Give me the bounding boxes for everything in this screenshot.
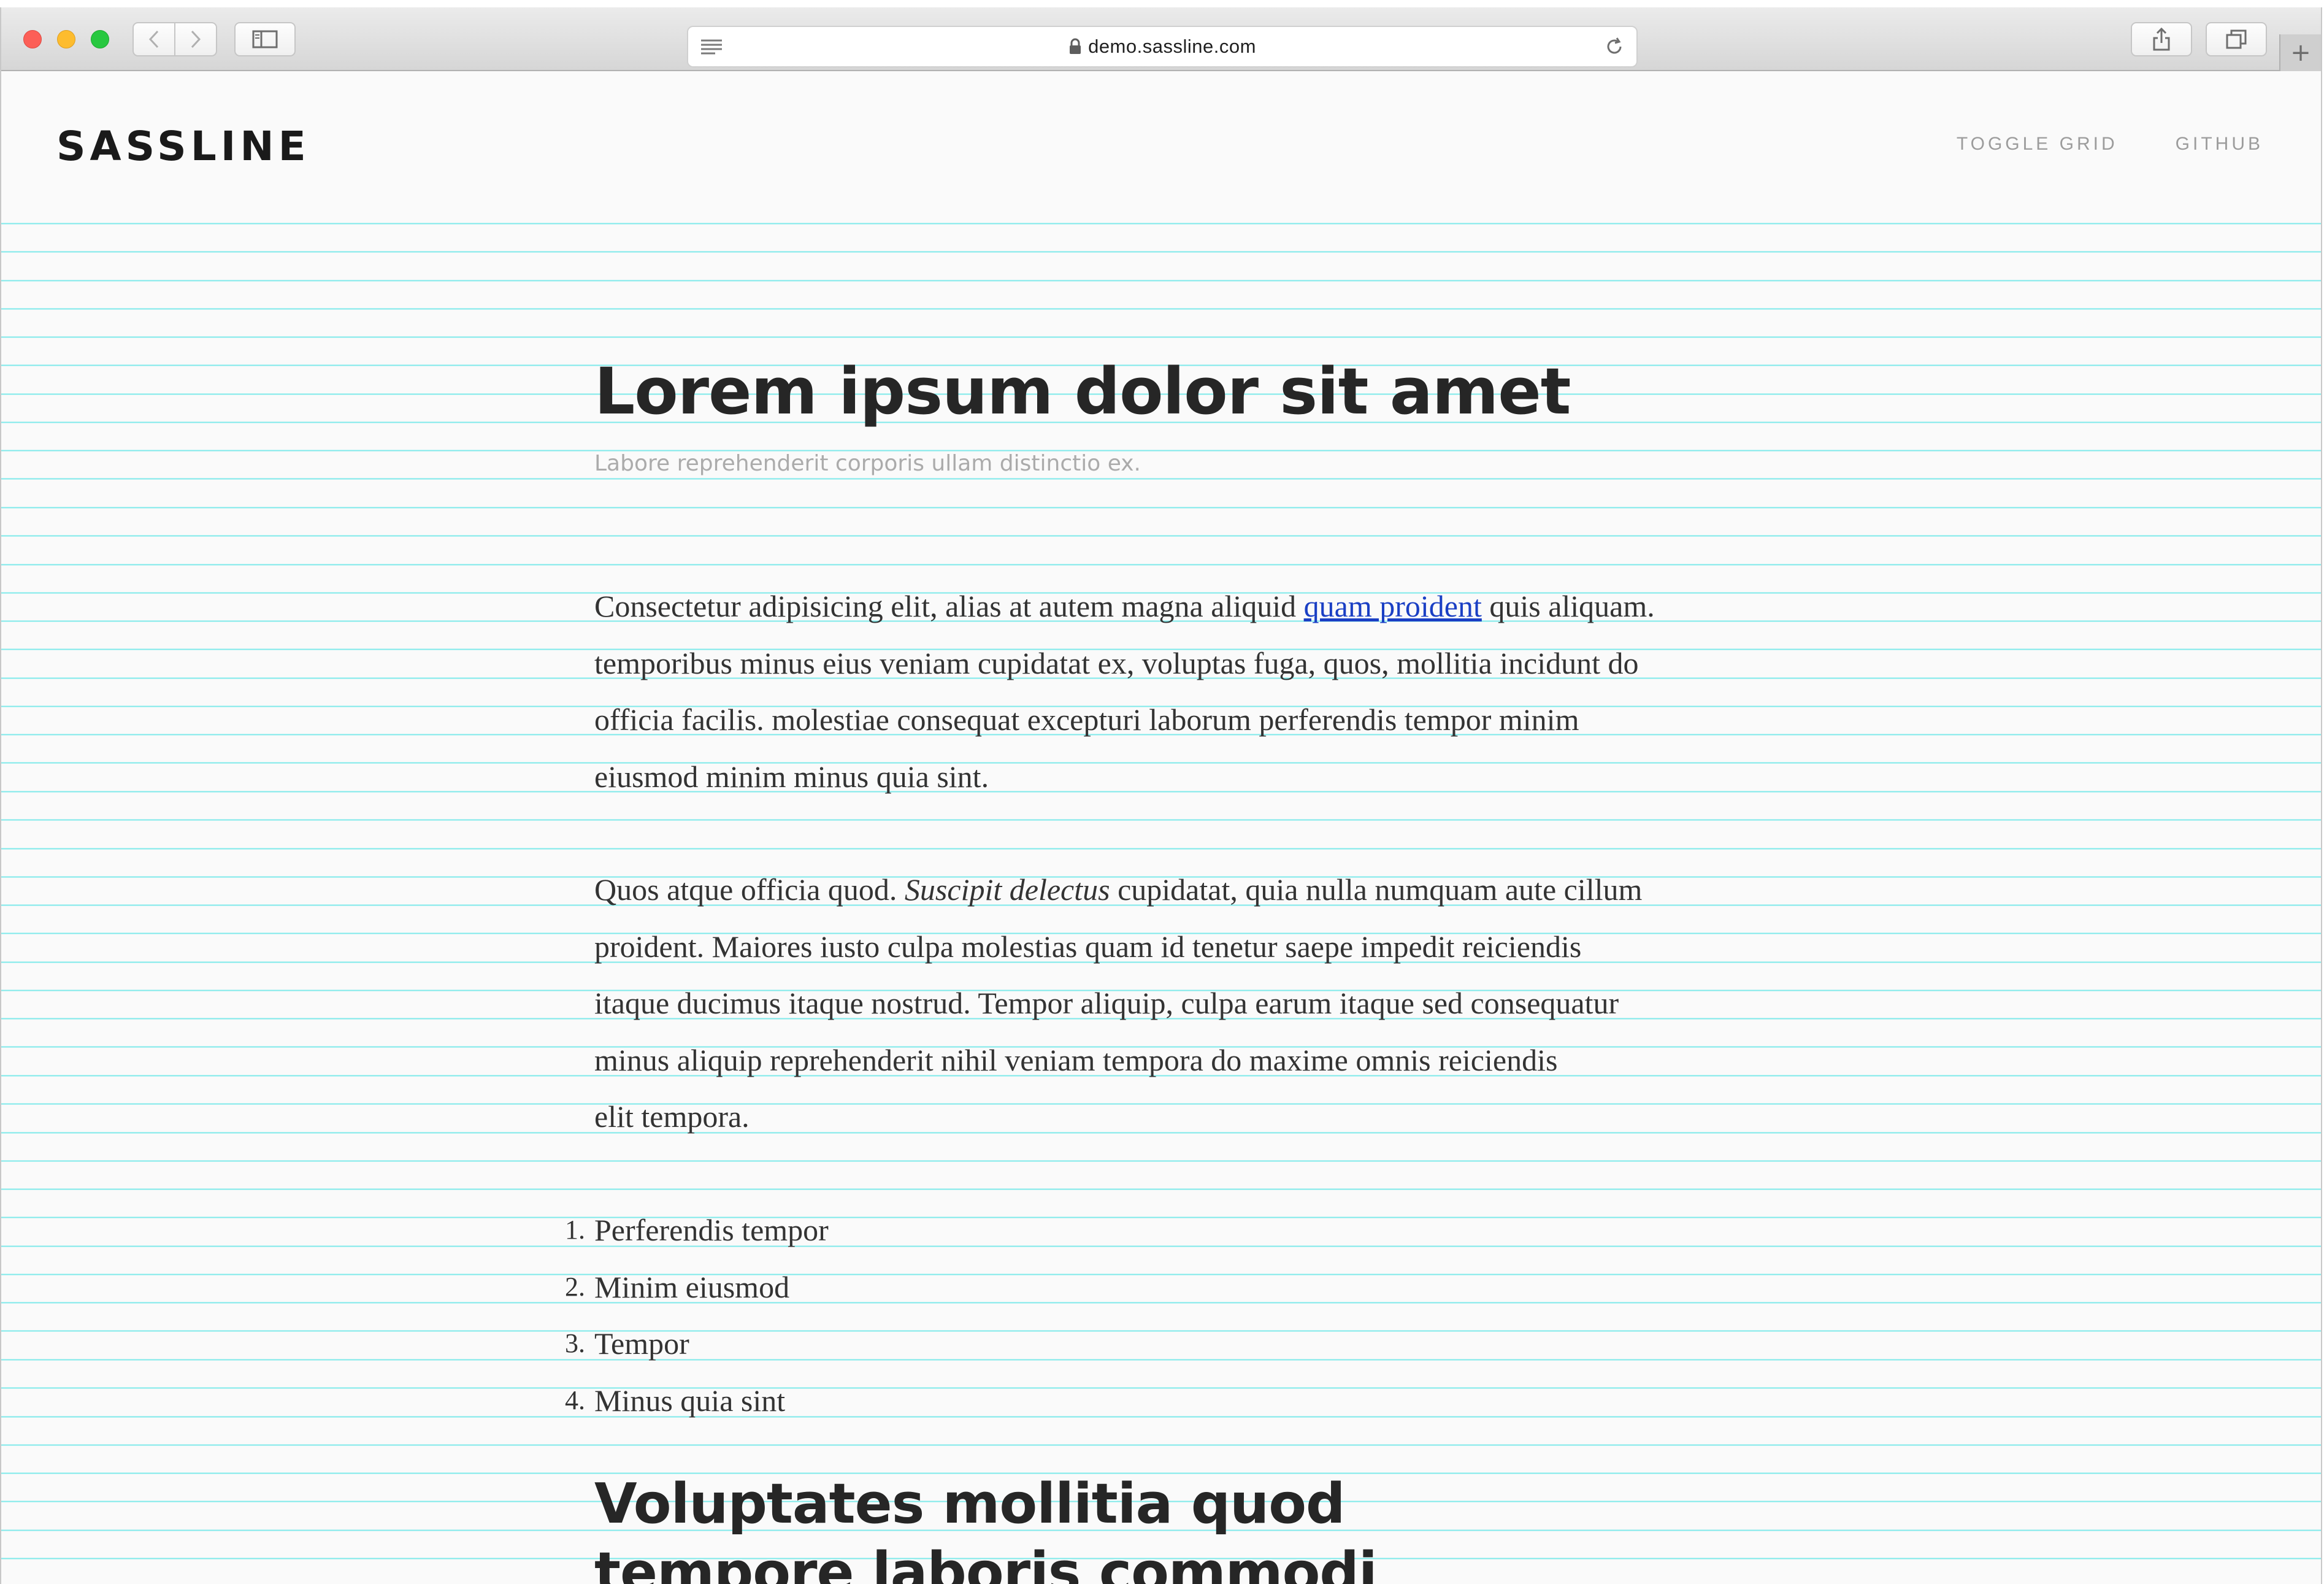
history-nav xyxy=(132,22,217,56)
lock-icon xyxy=(1068,38,1082,55)
share-icon xyxy=(2153,27,2170,51)
list-item: 2. Minim eiusmod xyxy=(565,1259,829,1316)
back-button[interactable] xyxy=(134,23,175,55)
p2-line: elit tempora. xyxy=(594,1099,750,1134)
list-item: 3. Tempor xyxy=(565,1315,829,1372)
p1-text: Consectetur adipisicing elit, alias at a… xyxy=(594,589,1304,623)
sidebar-icon xyxy=(252,30,278,48)
minimize-window-button[interactable] xyxy=(57,30,75,48)
url-display: demo.sassline.com xyxy=(688,27,1636,66)
share-button[interactable] xyxy=(2131,22,2192,56)
reload-icon[interactable] xyxy=(1603,36,1625,58)
back-icon xyxy=(148,30,159,48)
p1-line: eiusmod minim minus quia sint. xyxy=(594,759,989,794)
web-page: SASSLINE TOGGLE GRID GITHUB Lorem ipsum … xyxy=(1,71,2321,1584)
list-text: Minus quia sint xyxy=(594,1383,786,1418)
browser-window: demo.sassline.com + SASSLINE TOGGLE GRID… xyxy=(0,7,2322,1584)
forward-icon xyxy=(191,30,201,48)
url-text: demo.sassline.com xyxy=(1088,36,1256,57)
p2-line: minus aliquip reprehenderit nihil veniam… xyxy=(594,1042,1558,1077)
article-title: Lorem ipsum dolor sit amet xyxy=(594,354,1571,429)
quam-proident-link[interactable]: quam proident xyxy=(1304,589,1482,623)
section-heading: Voluptates mollitia quod tempore laboris… xyxy=(594,1472,1378,1584)
p1-text: quis aliquam. xyxy=(1481,589,1655,623)
sidebar-button[interactable] xyxy=(234,22,296,56)
new-tab-icon: + xyxy=(2290,39,2311,67)
forward-button[interactable] xyxy=(175,23,216,55)
list-number: 2. xyxy=(565,1271,585,1302)
baseline-grid-overlay xyxy=(1,223,2321,1559)
close-window-button[interactable] xyxy=(23,30,42,48)
list-text: Minim eiusmod xyxy=(594,1269,790,1304)
site-nav: TOGGLE GRID GITHUB xyxy=(1957,135,2263,153)
list-item: 1. Perferendis tempor xyxy=(565,1202,829,1259)
p2-line: proident. Maiores iusto culpa molestias … xyxy=(594,929,1582,964)
nav-toggle-grid[interactable]: TOGGLE GRID xyxy=(1957,135,2118,153)
list-text: Perferendis tempor xyxy=(594,1213,829,1247)
paragraph-2: Quos atque officia quod. Suscipit delect… xyxy=(594,861,1642,1145)
p2-text: cupidatat, quia nulla numquam aute cillu… xyxy=(1110,872,1643,907)
tabs-overview-button[interactable] xyxy=(2206,22,2267,56)
p2-text: Quos atque officia quod. xyxy=(594,872,905,907)
tabs-icon xyxy=(2226,29,2247,49)
ordered-list: 1. Perferendis tempor 2. Minim eiusmod 3. T… xyxy=(565,1202,829,1429)
list-number: 1. xyxy=(565,1215,585,1245)
nav-github[interactable]: GITHUB xyxy=(2176,135,2263,153)
paragraph-1: Consectetur adipisicing elit, alias at a… xyxy=(594,578,1655,805)
p1-line: officia facilis. molestiae consequat exc… xyxy=(594,702,1579,737)
site-logo[interactable]: SASSLINE xyxy=(56,126,310,167)
list-number: 3. xyxy=(565,1328,585,1358)
p2-line: itaque ducimus itaque nostrud. Tempor al… xyxy=(594,986,1619,1020)
list-number: 4. xyxy=(565,1385,585,1415)
zoom-window-button[interactable] xyxy=(91,30,109,48)
list-item: 4. Minus quia sint xyxy=(565,1372,829,1429)
address-bar[interactable]: demo.sassline.com xyxy=(687,26,1638,67)
p2-emphasis: Suscipit delectus xyxy=(904,872,1110,907)
browser-toolbar: demo.sassline.com + xyxy=(1,7,2321,71)
p1-line: temporibus minus eius veniam cupidatat e… xyxy=(594,645,1639,680)
list-text: Tempor xyxy=(594,1326,689,1361)
new-tab-button[interactable]: + xyxy=(2279,34,2321,71)
article-subtitle: Labore reprehenderit corporis ullam dist… xyxy=(594,451,1141,476)
